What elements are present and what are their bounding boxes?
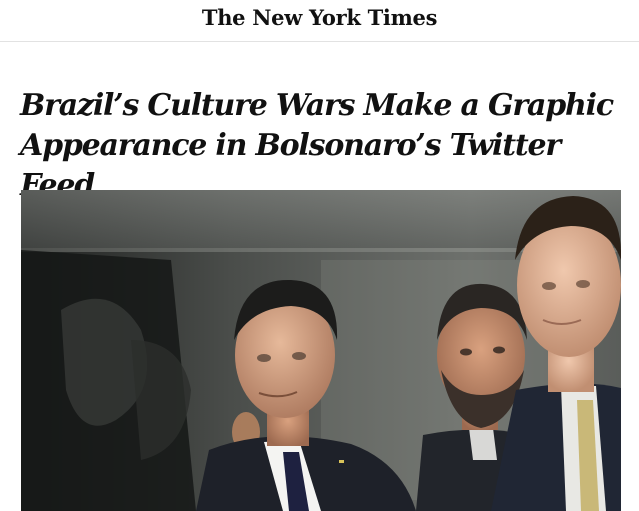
news-photo-illustration <box>21 190 621 511</box>
article-headline: Brazil’s Culture Wars Make a Graphic App… <box>20 88 614 203</box>
lead-photo[interactable] <box>21 190 621 511</box>
masthead: The New York Times <box>0 0 639 42</box>
article-page: The New York Times Brazil’s Culture Wars… <box>0 0 639 511</box>
nyt-logo[interactable]: The New York Times <box>202 5 438 30</box>
